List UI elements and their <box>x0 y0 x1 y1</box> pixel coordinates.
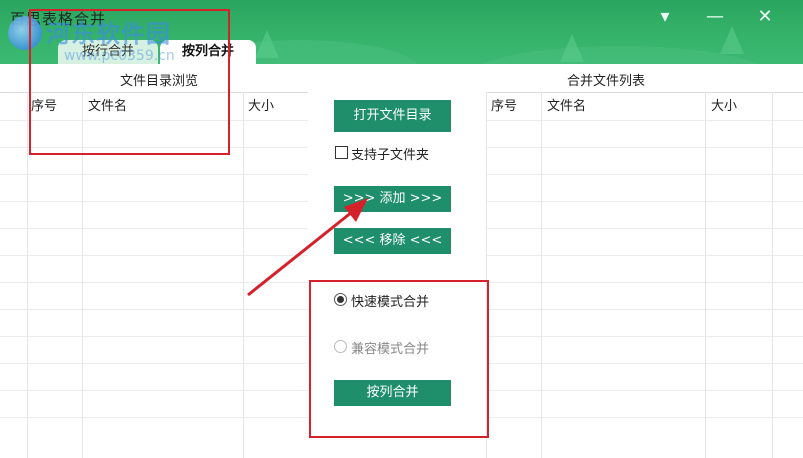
open-directory-button[interactable]: 打开文件目录 <box>334 100 451 132</box>
right-col-index[interactable]: 序号 <box>491 95 517 114</box>
right-col-filename[interactable]: 文件名 <box>547 95 586 114</box>
annotation-box-tabs <box>29 9 230 155</box>
right-col-size[interactable]: 大小 <box>711 95 737 114</box>
minimize-icon[interactable]: — <box>702 6 728 28</box>
left-col-size[interactable]: 大小 <box>248 95 274 114</box>
annotation-arrow-icon <box>247 198 368 297</box>
include-subfolders-label[interactable]: 支持子文件夹 <box>351 144 429 163</box>
merge-list-title: 合并文件列表 <box>567 74 646 89</box>
close-icon[interactable]: ✕ <box>752 6 778 28</box>
include-subfolders-checkbox[interactable] <box>335 146 348 159</box>
merge-list-grid[interactable] <box>486 92 803 458</box>
menu-dropdown-icon[interactable]: ▾ <box>652 6 678 28</box>
annotation-box-modes <box>309 280 489 438</box>
